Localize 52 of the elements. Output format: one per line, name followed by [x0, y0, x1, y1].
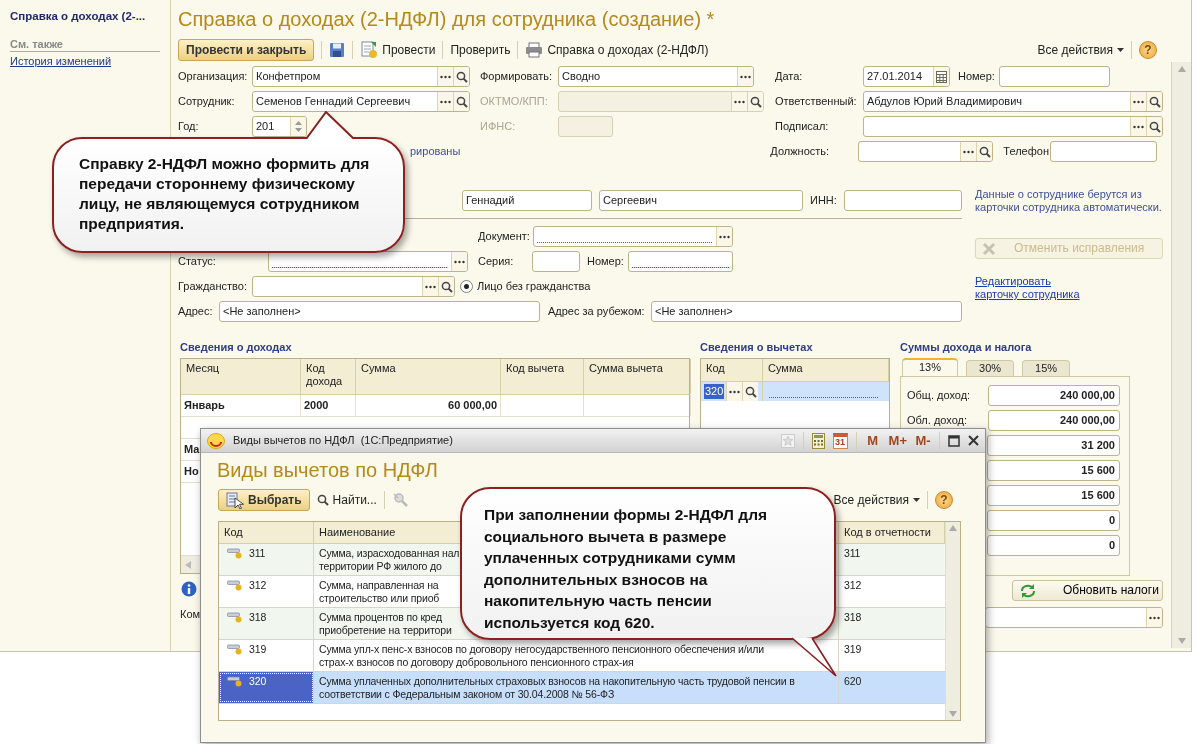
field-label: Документ:	[478, 229, 531, 244]
row-code: 311	[249, 547, 266, 560]
field-label: Ком	[180, 608, 201, 622]
column-header: Сумма	[763, 359, 889, 381]
field-label: Ответственный:	[775, 94, 858, 109]
field-label: Сотрудник:	[178, 94, 236, 109]
field-label: Дата:	[775, 69, 804, 84]
column-header: Сумма	[356, 359, 501, 394]
table-cell: 2000	[301, 395, 356, 416]
field-label: Статус:	[178, 254, 217, 269]
field-label: ИФНС:	[480, 119, 517, 134]
column-header: Код вычета	[501, 359, 584, 394]
table-cell-text: 318	[843, 610, 863, 625]
info-text: Данные о сотруднике берутся из карточки сотрудника автоматически.	[975, 188, 1163, 214]
field-label: Организация:	[178, 69, 249, 84]
table-cell-text: 312	[843, 578, 863, 593]
field-label: Подписал:	[775, 119, 830, 134]
field-label: Гражданство:	[178, 279, 248, 294]
form-title: Справка о доходах (2-НДФЛ) для сотрудника (создание) *	[178, 7, 716, 32]
field-label: Адрес за рубежом:	[548, 304, 646, 319]
section-heading: Сведения о вычетах	[700, 340, 814, 355]
row-code: 320	[249, 675, 267, 688]
field-label: Телефон:	[1003, 144, 1051, 159]
column-header: Месяц	[181, 359, 301, 394]
field-label: Обл. доход:	[907, 413, 969, 428]
field-label: Год:	[178, 119, 200, 134]
row-code: 319	[249, 643, 267, 656]
field-label: Серия:	[478, 254, 515, 269]
field-label: Номер:	[587, 254, 625, 269]
column-header: Код	[701, 359, 763, 381]
field-label: ИНН:	[810, 193, 838, 208]
section-heading: Сведения о доходах	[180, 340, 293, 355]
field-label: Должность:	[770, 144, 831, 159]
field-label: ОКТМО/КПП:	[480, 94, 549, 109]
column-header: Сумма вычета	[584, 359, 691, 394]
row-code: 318	[249, 611, 267, 624]
section-heading: См. также	[10, 37, 160, 52]
table-cell: Январь	[181, 395, 301, 416]
field-label: Формировать:	[480, 69, 553, 84]
section-heading: Суммы дохода и налога	[900, 340, 1033, 355]
table-cell-text: 620	[843, 674, 863, 689]
row-code: 312	[249, 579, 267, 592]
callout-tooltip: Справку 2-НДФЛ можно формить для передачи стороннему физическому лицу, не являющемуся сотрудником предприятия.	[52, 137, 405, 253]
field-label: Общ. доход:	[907, 388, 972, 403]
table-cell-text: 311	[843, 546, 862, 561]
field-label: Номер:	[958, 69, 996, 84]
table-cell-text: 319	[843, 642, 863, 657]
info-text: рированы	[410, 144, 461, 159]
column-header: Код	[219, 522, 314, 543]
table-cell: 60 000,00	[356, 395, 501, 416]
column-header: Код дохода	[301, 359, 356, 394]
field-label: Адрес:	[178, 304, 214, 319]
